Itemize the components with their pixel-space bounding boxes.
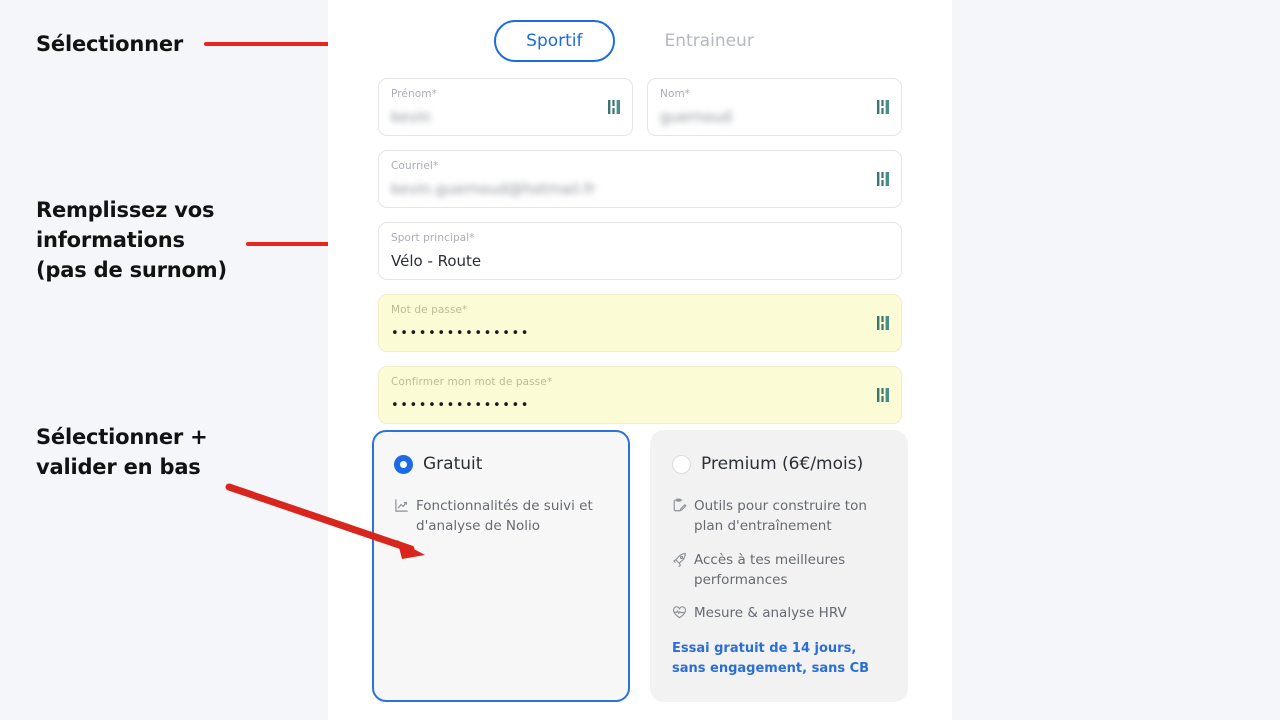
field-confirmer-mot-de-passe-label: Confirmer mon mot de passe* xyxy=(391,376,553,388)
tab-entraineur[interactable]: Entraineur xyxy=(633,20,786,62)
plan-premium-feature-2: Accès à tes meilleures performances xyxy=(672,550,886,591)
plan-premium-feature-1-text: Outils pour construire ton plan d'entraî… xyxy=(694,498,867,535)
signup-panel: Sportif Entraineur Prénom* kevin Nom* gu… xyxy=(328,0,952,720)
plan-premium-feature-2-text: Accès à tes meilleures performances xyxy=(694,551,846,588)
form-row-name: Prénom* kevin Nom* guernoud xyxy=(378,78,902,150)
rocket-icon xyxy=(672,552,687,567)
field-prenom[interactable]: Prénom* kevin xyxy=(378,78,633,136)
radio-premium[interactable] xyxy=(672,454,691,474)
plan-card-premium[interactable]: Premium (6€/mois) Outils pour construire… xyxy=(650,430,908,702)
field-prenom-value: kevin xyxy=(391,107,431,126)
field-nom-label: Nom* xyxy=(660,88,691,100)
annotation-arrow-3 xyxy=(225,483,440,568)
password-key-icon[interactable] xyxy=(877,315,890,331)
field-confirmer-mot-de-passe-value: ••••••••••••••• xyxy=(391,397,531,413)
field-prenom-label: Prénom* xyxy=(391,88,437,100)
field-sport-principal-value: Vélo - Route xyxy=(391,251,482,270)
field-nom[interactable]: Nom* guernoud xyxy=(647,78,902,136)
plan-gratuit-title: Gratuit xyxy=(423,454,483,474)
plan-selector: Gratuit Fonctionnalités de suivi et d'an… xyxy=(372,430,908,702)
field-mot-de-passe-value: ••••••••••••••• xyxy=(391,325,531,341)
plan-premium-feature-3-text: Mesure & analyse HRV xyxy=(694,605,847,621)
field-courriel-label: Courriel* xyxy=(391,160,439,172)
password-key-icon[interactable] xyxy=(877,99,890,115)
field-mot-de-passe[interactable]: Mot de passe* ••••••••••••••• xyxy=(378,294,902,352)
plan-premium-feature-1: Outils pour construire ton plan d'entraî… xyxy=(672,496,886,537)
annotation-fill-info: Remplissez vos informations (pas de surn… xyxy=(36,198,227,282)
clipboard-pencil-icon xyxy=(672,498,687,513)
heart-pulse-icon xyxy=(672,605,687,620)
plan-premium-feature-3: Mesure & analyse HRV xyxy=(672,603,886,623)
plan-gratuit-feature-text: Fonctionnalités de suivi et d'analyse de… xyxy=(416,498,593,535)
field-sport-principal[interactable]: Sport principal* Vélo - Route xyxy=(378,222,902,280)
plan-premium-title: Premium (6€/mois) xyxy=(701,454,864,474)
field-mot-de-passe-label: Mot de passe* xyxy=(391,304,468,316)
password-key-icon[interactable] xyxy=(877,171,890,187)
signup-form: Prénom* kevin Nom* guernoud Courriel* ke… xyxy=(378,78,902,438)
annotation-layer: Sélectionner Remplissez vos informations… xyxy=(0,0,523,720)
tab-sportif[interactable]: Sportif xyxy=(494,20,615,62)
field-confirmer-mot-de-passe[interactable]: Confirmer mon mot de passe* ••••••••••••… xyxy=(378,366,902,424)
role-tab-group: Sportif Entraineur xyxy=(328,20,952,62)
field-courriel-value: kevin.guernoud@hotmail.fr xyxy=(391,179,596,198)
field-nom-value: guernoud xyxy=(660,107,732,126)
plan-premium-header: Premium (6€/mois) xyxy=(672,454,886,474)
field-sport-principal-label: Sport principal* xyxy=(391,232,475,244)
radio-gratuit[interactable] xyxy=(394,454,413,474)
plan-premium-trial-note: Essai gratuit de 14 jours, sans engageme… xyxy=(672,641,870,677)
annotation-select-validate: Sélectionner + valider en bas xyxy=(36,425,208,479)
password-key-icon[interactable] xyxy=(608,99,621,115)
plan-gratuit-header: Gratuit xyxy=(394,454,608,474)
annotation-select-tab: Sélectionner xyxy=(36,32,184,56)
password-key-icon[interactable] xyxy=(877,387,890,403)
field-courriel[interactable]: Courriel* kevin.guernoud@hotmail.fr xyxy=(378,150,902,208)
